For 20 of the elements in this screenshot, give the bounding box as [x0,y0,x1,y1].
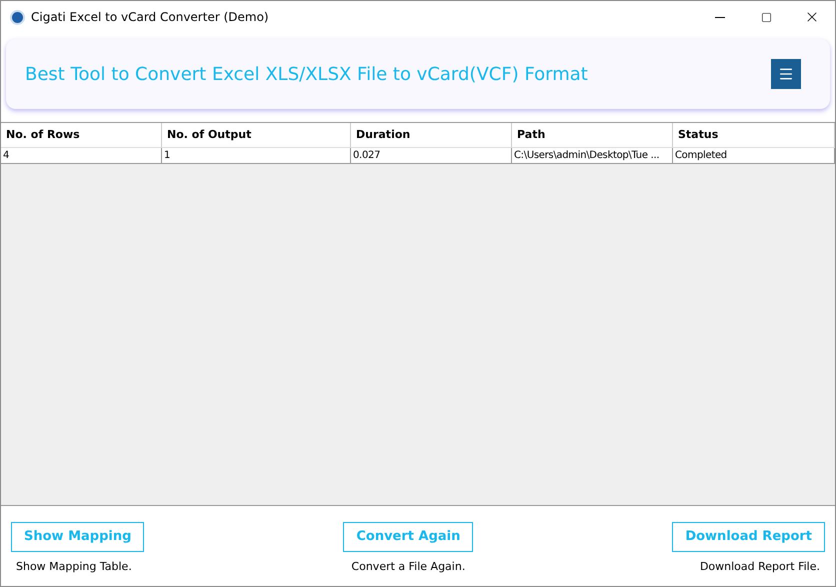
action-caption: Convert a File Again. [350,559,466,575]
maximize-icon [760,12,772,22]
minimize-icon [715,16,725,18]
column-header[interactable]: Duration [351,123,512,147]
action-caption: Show Mapping Table. [15,559,133,575]
menu-button[interactable] [771,59,801,89]
action-caption: Download Report File. [698,559,821,575]
column-header[interactable]: Status [673,123,835,147]
column-header[interactable]: No. of Output [162,123,351,147]
table-cell: 4 [1,148,162,163]
app-logo-icon [10,10,25,24]
column-header[interactable]: No. of Rows [1,123,162,147]
table-cell: 1 [162,148,351,163]
table-cell: Completed [673,148,835,163]
header-title: Best Tool to Convert Excel XLS/XLSX File to vCard(VCF) Format [25,62,589,86]
table-cell: C:\Users\admin\Desktop\Tue ... [512,148,673,163]
menu-icon [778,66,794,82]
table-cell: 0.027 [351,148,512,163]
window-title: Cigati Excel to vCard Converter (Demo) [31,9,269,26]
column-header[interactable]: Path [512,123,673,147]
